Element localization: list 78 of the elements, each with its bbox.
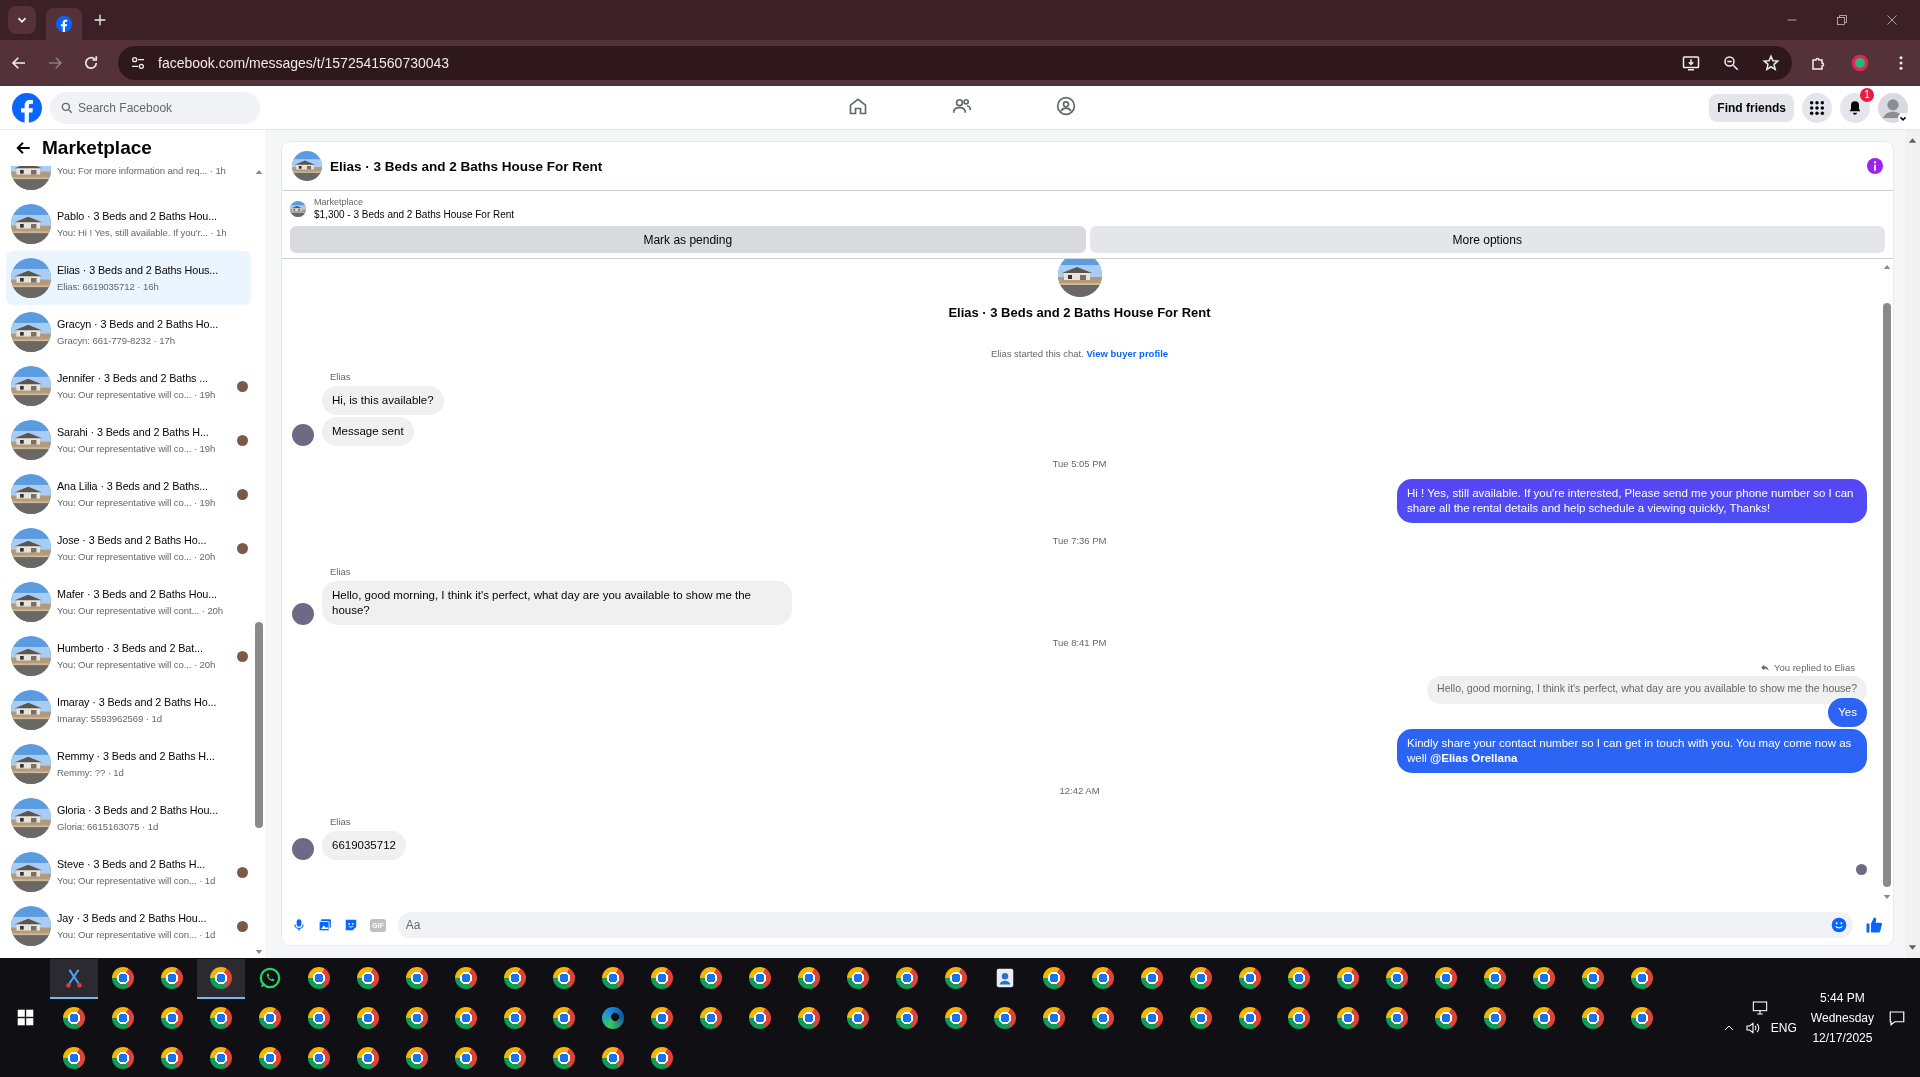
- conversation-title: Jennifer · 3 Beds and 2 Baths ...: [57, 371, 208, 385]
- conversation-title: Jose · 3 Beds and 2 Baths Ho...: [57, 533, 207, 547]
- conversation-title: Sarahi · 3 Beds and 2 Baths H...: [57, 425, 209, 439]
- conversation-title: Ana Lilia · 3 Beds and 2 Baths...: [57, 479, 208, 493]
- conversation-title: Elias · 3 Beds and 2 Baths Hous...: [57, 263, 219, 277]
- conversation-item[interactable]: Ana Lilia · 3 Beds and 2 Baths... You: Our representative will co... · 19h: [6, 467, 251, 521]
- conversation-item[interactable]: You: For more information and req... · 1h: [6, 166, 251, 197]
- address-field[interactable]: facebook.com/messages/t/1572541560730043: [158, 55, 450, 71]
- message-bubble: Hello, good morning, I think it's perfect, what day are you available to show me the house?: [322, 581, 792, 625]
- conversation-preview: Elias: 6619035712 · 16h: [57, 280, 159, 293]
- conversation-item[interactable]: Imaray · 3 Beds and 2 Baths Ho... Imaray: 5593962569 · 1d: [6, 683, 251, 737]
- message-bubble: Hi, is this available?: [322, 386, 444, 415]
- clock-day: Wednesday: [1810, 1010, 1874, 1025]
- conversation-item[interactable]: Sarahi · 3 Beds and 2 Baths H... You: Our representative will co... · 19h: [6, 413, 251, 467]
- notification-badge: 1: [1860, 87, 1874, 102]
- conversation-title: Jay · 3 Beds and 2 Baths Hou...: [57, 911, 207, 925]
- conversation-title: Pablo · 3 Beds and 2 Baths Hou...: [57, 209, 217, 223]
- conversation-item[interactable]: Jay · 3 Beds and 2 Baths Hou... You: Our representative will con... · 1d: [6, 899, 251, 953]
- sender-name: Elias: [330, 816, 352, 827]
- reply-note: You replied to Elias: [1774, 662, 1855, 673]
- conversation-preview: Gloria: 6615163075 · 1d: [57, 820, 159, 833]
- message-bubble: Yes: [1828, 698, 1867, 727]
- conversation-preview: Remmy: ?? · 1d: [57, 766, 124, 779]
- chat-start-notice: Elias started this chat. View buyer profile: [989, 348, 1170, 359]
- quoted-message: Hello, good morning, I think it's perfect, what day are you available to show me the house?: [1427, 676, 1867, 704]
- conversation-item[interactable]: Mafer · 3 Beds and 2 Baths Hou... You: Our representative will cont... · 20h: [6, 575, 251, 629]
- timestamp: Tue 5:05 PM: [1051, 458, 1108, 469]
- listing-label: Marketplace: [314, 197, 365, 207]
- conversation-title: Remmy · 3 Beds and 2 Baths H...: [57, 749, 215, 763]
- message-bubble: Kindly share your contact number so I can get in touch with you. You may come now as well @Elias Orellana: [1397, 729, 1867, 773]
- conversation-preview: You: Our representative will cont... · 20h: [57, 604, 224, 617]
- conversation-preview: You: Our representative will co... · 20h: [57, 550, 216, 563]
- message-bubble: 6619035712: [322, 831, 406, 860]
- conversation-item[interactable]: Remmy · 3 Beds and 2 Baths H... Remmy: ?? · 1d: [6, 737, 251, 791]
- conversation-title: Mafer · 3 Beds and 2 Baths Hou...: [57, 587, 217, 601]
- conversation-title: Gloria · 3 Beds and 2 Baths Hou...: [57, 803, 219, 817]
- clock-time[interactable]: 5:44 PM: [1820, 990, 1865, 1005]
- listing-title: Elias · 3 Beds and 2 Baths House For Rent: [948, 305, 1211, 320]
- conversation-preview: Imaray: 5593962569 · 1d: [57, 712, 162, 725]
- search-field[interactable]: Search Facebook: [50, 91, 260, 124]
- conversation-title: Imaray · 3 Beds and 2 Baths Ho...: [57, 695, 217, 709]
- conversation-item[interactable]: Gracyn · 3 Beds and 2 Baths Ho... Gracyn: 661-779-8232 · 17h: [6, 305, 251, 359]
- conversation-item[interactable]: Gloria · 3 Beds and 2 Baths Hou... Gloria: 6615163075 · 1d: [6, 791, 251, 845]
- conversation-preview: You: Our representative will co... · 19h: [57, 388, 216, 401]
- conversation-item[interactable]: Steve · 3 Beds and 2 Baths H... You: Our representative will con... · 1d: [6, 845, 251, 899]
- timestamp: Tue 7:36 PM: [1051, 535, 1108, 546]
- listing-title[interactable]: $1,300 - 3 Beds and 2 Baths House For Rent: [314, 209, 515, 220]
- chat-title[interactable]: Elias · 3 Beds and 2 Baths House For Rent: [330, 158, 603, 174]
- find-friends-button[interactable]: Find friends: [1709, 93, 1794, 122]
- conversation-preview: You: Our representative will co... · 20h: [57, 658, 216, 671]
- conversation-item[interactable]: Humberto · 3 Beds and 2 Bat... You: Our representative will co... · 20h: [6, 629, 251, 683]
- conversation-item[interactable]: Jose · 3 Beds and 2 Baths Ho... You: Our representative will co... · 20h: [6, 521, 251, 575]
- timestamp: Tue 8:41 PM: [1051, 637, 1108, 648]
- conversation-preview: You: Our representative will co... · 19h: [57, 496, 216, 509]
- conversation-preview: You: Our representative will con... · 1d: [57, 874, 216, 887]
- language-indicator[interactable]: ENG: [1770, 1020, 1797, 1035]
- action-button[interactable]: More options: [1089, 226, 1885, 253]
- conversation-item[interactable]: Elias · 3 Beds and 2 Baths Hous... Elias: 6619035712 · 16h: [6, 251, 251, 305]
- buyer-profile-link[interactable]: View buyer profile: [1086, 348, 1169, 359]
- conversation-item[interactable]: Pablo · 3 Beds and 2 Baths Hou... You: Hi ! Yes, still available. If you'r... · 1h: [6, 197, 251, 251]
- sender-name: Elias: [330, 371, 352, 382]
- conversation-preview: You: Hi ! Yes, still available. If you'r... · 1h: [57, 226, 227, 239]
- conversation-title: Gracyn · 3 Beds and 2 Baths Ho...: [57, 317, 219, 331]
- message-bubble: Hi ! Yes, still available. If you're interested, Please send me your phone number so I can share all the rental details and help schedule a viewing quickly, Thanks!: [1397, 479, 1867, 523]
- conversation-preview: Gracyn: 661-779-8232 · 17h: [57, 334, 175, 347]
- page-title: Marketplace: [42, 137, 152, 159]
- conversation-item[interactable]: Jennifer · 3 Beds and 2 Baths ... You: Our representative will co... · 19h: [6, 359, 251, 413]
- conversation-preview: You: Our representative will co... · 19h: [57, 442, 216, 455]
- conversation-preview: You: For more information and req... · 1h: [57, 166, 226, 177]
- action-button[interactable]: Mark as pending: [290, 226, 1086, 253]
- message-field[interactable]: Aa: [397, 912, 1853, 938]
- timestamp: 12:42 AM: [1058, 785, 1101, 796]
- message-bubble: Message sent: [322, 417, 414, 446]
- clock-date: 12/17/2025: [1812, 1030, 1873, 1045]
- conversation-title: Humberto · 3 Beds and 2 Bat...: [57, 641, 203, 655]
- sender-name: Elias: [330, 566, 352, 577]
- conversation-title: Steve · 3 Beds and 2 Baths H...: [57, 857, 206, 871]
- conversation-preview: You: Our representative will con... · 1d: [57, 928, 216, 941]
